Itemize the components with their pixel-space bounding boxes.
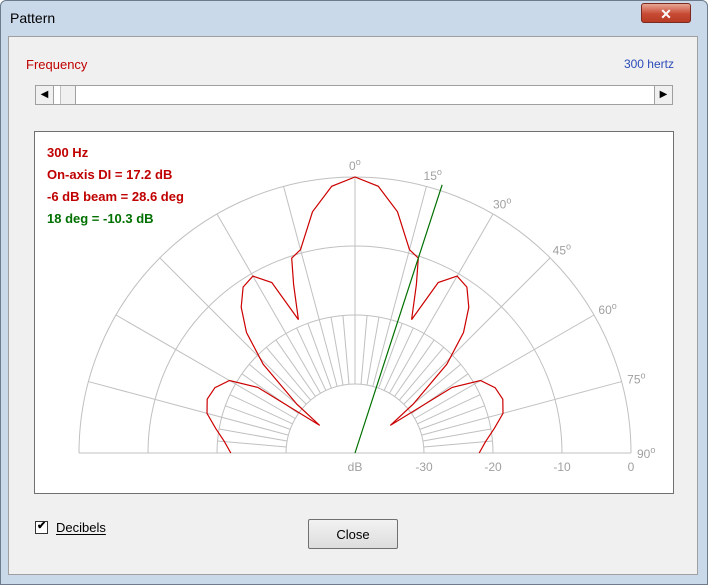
scroll-right-arrow-icon[interactable]: ▶ xyxy=(654,86,672,104)
frequency-scrollbar[interactable]: ◀ ▶ xyxy=(35,85,673,105)
grid-fine-spoke xyxy=(225,405,291,430)
frequency-value: 300 hertz xyxy=(623,57,674,71)
grid-fine-spoke xyxy=(265,346,312,401)
scroll-left-arrow-icon[interactable]: ◀ xyxy=(36,86,54,104)
grid-fine-spoke xyxy=(330,317,344,386)
db-label-4: 0 xyxy=(628,460,635,474)
grid-fine-spoke xyxy=(219,428,288,442)
angle-label-90: 90o xyxy=(637,445,655,461)
decibels-label: Decibels xyxy=(56,520,106,535)
polar-chart-svg: 0o 15o 30o 45o 60o 75o 90o dB -30 -20 -10 0 xyxy=(78,157,655,474)
frequency-label: Frequency xyxy=(26,57,88,72)
grid-fine-spoke xyxy=(342,315,350,385)
checkmark-icon: ✔ xyxy=(37,520,47,532)
grid-fine-spoke xyxy=(248,363,303,410)
grid-fine-spoke xyxy=(360,315,368,385)
angle-label-0: 0o xyxy=(349,157,361,173)
grid-arc-1 xyxy=(285,383,425,454)
grid-fine-spoke xyxy=(398,346,445,401)
grid-fine-spoke xyxy=(394,339,435,397)
decibels-checkbox-row[interactable]: ✔ Decibels xyxy=(35,520,106,535)
scroll-thumb[interactable] xyxy=(59,86,76,104)
grid-fine-spoke xyxy=(407,363,462,410)
angle-label-45: 45o xyxy=(553,241,571,257)
grid-fine-spoke xyxy=(378,323,403,389)
angle-label-30: 30o xyxy=(493,196,511,212)
close-button[interactable]: Close xyxy=(308,519,398,549)
title-bar: Pattern ✕ xyxy=(1,1,707,37)
angle-label-75: 75o xyxy=(627,370,645,386)
grid-fine-spoke xyxy=(419,405,485,430)
info-beamwidth: -6 dB beam = 28.6 deg xyxy=(47,189,184,204)
info-marker-level: 18 deg = -10.3 dB xyxy=(47,211,154,226)
grid-fine-spoke xyxy=(217,440,287,448)
db-label-3: -10 xyxy=(553,460,571,474)
angle-label-60: 60o xyxy=(598,301,616,317)
grid-fine-spoke xyxy=(423,440,493,448)
angle-label-15: 15o xyxy=(424,167,442,183)
grid-fine-spoke xyxy=(307,323,332,389)
db-label-0: dB xyxy=(348,460,363,474)
polar-pattern-plot: 0o 15o 30o 45o 60o 75o 90o dB -30 -20 -10 0 300 Hz … xyxy=(34,131,674,494)
window-close-icon[interactable]: ✕ xyxy=(641,3,691,23)
grid-fine-spoke xyxy=(366,317,380,386)
info-frequency: 300 Hz xyxy=(47,145,89,160)
grid-fine-spoke xyxy=(422,428,491,442)
decibels-checkbox[interactable]: ✔ xyxy=(35,520,48,534)
info-on-axis-di: On-axis DI = 17.2 dB xyxy=(47,167,173,182)
db-label-1: -30 xyxy=(415,460,433,474)
db-label-2: -20 xyxy=(484,460,502,474)
grid-fine-spoke xyxy=(275,339,316,397)
window-title: Pattern xyxy=(10,10,56,26)
marker-line xyxy=(354,184,443,454)
